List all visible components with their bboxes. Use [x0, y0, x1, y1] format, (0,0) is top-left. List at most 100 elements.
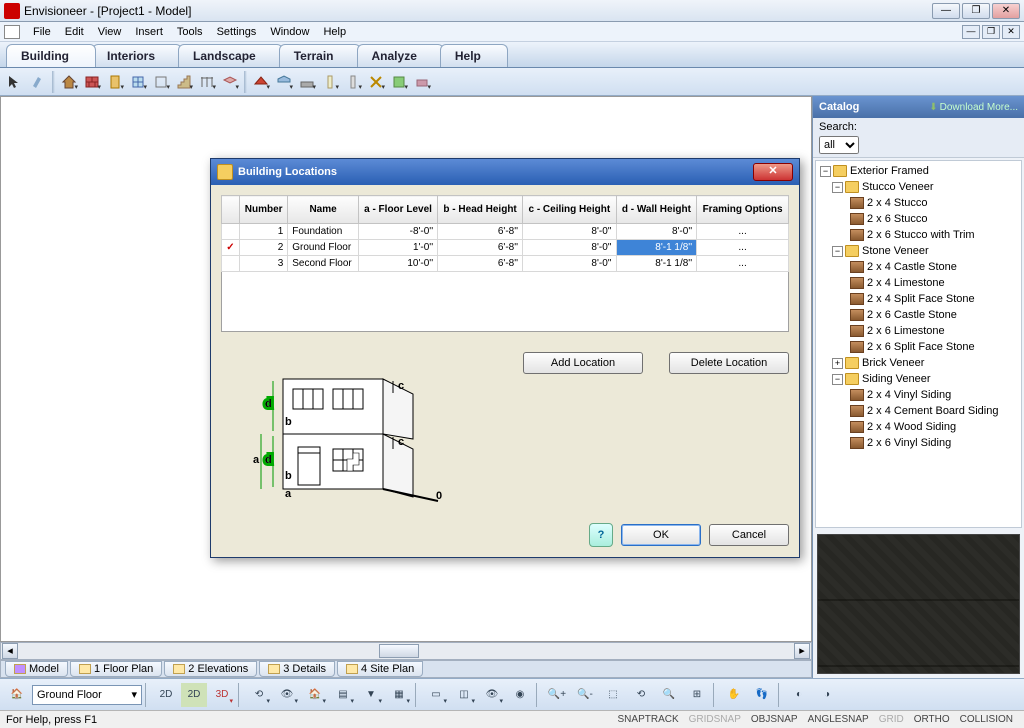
tree-item[interactable]: 2 x 6 Castle Stone — [818, 307, 1021, 323]
window-maximize-button[interactable]: ❐ — [962, 3, 990, 19]
member-tool[interactable] — [342, 71, 364, 93]
snap-grid[interactable]: GRID — [874, 714, 909, 725]
menu-window[interactable]: Window — [263, 26, 316, 38]
collapse-icon[interactable]: − — [832, 374, 843, 385]
dialog-titlebar[interactable]: Building Locations ✕ — [211, 159, 799, 185]
tree-item[interactable]: 2 x 6 Split Face Stone — [818, 339, 1021, 355]
orbit-button[interactable]: ◐ — [786, 683, 812, 707]
tree-group[interactable]: +Brick Veneer — [818, 355, 1021, 371]
snap-gridsnap[interactable]: GRIDSNAP — [684, 714, 746, 725]
tree-group[interactable]: −Siding Veneer — [818, 371, 1021, 387]
cell-c[interactable]: 8'-0'' — [523, 256, 617, 272]
row-check[interactable]: ✓ — [222, 240, 240, 256]
window-tool[interactable] — [127, 71, 149, 93]
tree-item[interactable]: 2 x 6 Limestone — [818, 323, 1021, 339]
railing-tool[interactable] — [196, 71, 218, 93]
tree-group[interactable]: −Stone Veneer — [818, 243, 1021, 259]
zoom-window-button[interactable]: ⬚ — [600, 683, 626, 707]
viewtab-model[interactable]: Model — [5, 661, 68, 677]
tree-group[interactable]: −Stucco Veneer — [818, 179, 1021, 195]
wall-tool[interactable] — [81, 71, 103, 93]
col-number[interactable]: Number — [240, 196, 288, 224]
cell-number[interactable]: 2 — [240, 240, 288, 256]
pan-button[interactable]: ✋ — [721, 683, 747, 707]
cell-b[interactable]: 6'-8'' — [438, 240, 523, 256]
snap-snaptrack[interactable]: SNAPTRACK — [613, 714, 684, 725]
tree-item[interactable]: 2 x 6 Vinyl Siding — [818, 435, 1021, 451]
menu-view[interactable]: View — [91, 26, 129, 38]
nav-tool-1[interactable]: ⟲ — [246, 683, 272, 707]
tree-item[interactable]: 2 x 6 Stucco with Trim — [818, 227, 1021, 243]
view-3d-button[interactable]: 3D — [209, 683, 235, 707]
dialog-help-button[interactable]: ? — [589, 523, 613, 547]
tab-building[interactable]: Building — [6, 44, 96, 67]
tree-root[interactable]: −Exterior Framed — [818, 163, 1021, 179]
horizontal-scrollbar[interactable]: ◂ ▸ — [0, 642, 812, 660]
row-check[interactable] — [222, 224, 240, 240]
col-framing-options[interactable]: Framing Options — [697, 196, 789, 224]
viewtab-floorplan[interactable]: 1 Floor Plan — [70, 661, 162, 677]
tree-item[interactable]: 2 x 4 Wood Siding — [818, 419, 1021, 435]
cancel-button[interactable]: Cancel — [709, 524, 789, 546]
expand-icon[interactable]: + — [832, 358, 843, 369]
nav-tool-2[interactable]: 👁 — [274, 683, 300, 707]
col-wall-height[interactable]: d - Wall Height — [616, 196, 697, 224]
cell-d[interactable]: 8'-1 1/8'' — [616, 256, 697, 272]
tree-item[interactable]: 2 x 4 Vinyl Siding — [818, 387, 1021, 403]
cell-name[interactable]: Foundation — [288, 224, 359, 240]
window-minimize-button[interactable]: — — [932, 3, 960, 19]
scroll-right-button[interactable]: ▸ — [794, 643, 810, 659]
tab-terrain[interactable]: Terrain — [279, 44, 361, 67]
dialog-close-button[interactable]: ✕ — [753, 163, 793, 181]
locations-button[interactable]: 🏠 — [4, 683, 30, 707]
mdi-restore-button[interactable]: ❐ — [982, 25, 1000, 39]
zoom-in-button[interactable]: 🔍+ — [544, 683, 570, 707]
tree-item[interactable]: 2 x 4 Limestone — [818, 275, 1021, 291]
select-tool[interactable] — [4, 71, 26, 93]
cell-a[interactable]: 1'-0'' — [358, 240, 437, 256]
scroll-left-button[interactable]: ◂ — [2, 643, 18, 659]
delete-location-button[interactable]: Delete Location — [669, 352, 789, 374]
tree-item[interactable]: 2 x 4 Stucco — [818, 195, 1021, 211]
framing-tool[interactable] — [365, 71, 387, 93]
box-tool-1[interactable]: ▭ — [423, 683, 449, 707]
scroll-thumb[interactable] — [379, 644, 419, 658]
column-tool[interactable] — [319, 71, 341, 93]
snap-collision[interactable]: COLLISION — [955, 714, 1018, 725]
ok-button[interactable]: OK — [621, 524, 701, 546]
tab-landscape[interactable]: Landscape — [178, 44, 283, 67]
download-more-link[interactable]: Download More... — [929, 102, 1018, 113]
cell-b[interactable]: 6'-8'' — [438, 256, 523, 272]
cell-framing[interactable]: ... — [697, 224, 789, 240]
cell-d[interactable]: 8'-1 1/8'' — [616, 240, 697, 256]
cell-a[interactable]: 10'-0'' — [358, 256, 437, 272]
viewtab-siteplan[interactable]: 4 Site Plan — [337, 661, 423, 677]
collapse-icon[interactable]: − — [832, 182, 843, 193]
view-2d-button[interactable]: 2D — [153, 683, 179, 707]
col-ceiling-height[interactable]: c - Ceiling Height — [523, 196, 617, 224]
menu-tools[interactable]: Tools — [170, 26, 210, 38]
cell-c[interactable]: 8'-0'' — [523, 224, 617, 240]
opening-tool[interactable] — [150, 71, 172, 93]
paint-tool[interactable] — [27, 71, 49, 93]
menu-edit[interactable]: Edit — [58, 26, 91, 38]
cam-tool[interactable]: ◉ — [507, 683, 533, 707]
tab-help[interactable]: Help — [440, 44, 508, 67]
box-tool-2[interactable]: ◫ — [451, 683, 477, 707]
filter-button[interactable]: ▼ — [358, 683, 384, 707]
layer-button[interactable]: ▦ — [386, 683, 412, 707]
house-view-button[interactable]: 🏠 — [302, 683, 328, 707]
mdi-close-button[interactable]: ✕ — [1002, 25, 1020, 39]
house-wizard-tool[interactable] — [58, 71, 80, 93]
row-check[interactable] — [222, 256, 240, 272]
zoom-out-button[interactable]: 🔍- — [572, 683, 598, 707]
cell-b[interactable]: 6'-8'' — [438, 224, 523, 240]
tree-item[interactable]: 2 x 6 Stucco — [818, 211, 1021, 227]
cell-framing[interactable]: ... — [697, 256, 789, 272]
menu-help[interactable]: Help — [316, 26, 353, 38]
catalog-filter-select[interactable]: all — [819, 136, 859, 154]
menu-settings[interactable]: Settings — [210, 26, 264, 38]
tree-item[interactable]: 2 x 4 Split Face Stone — [818, 291, 1021, 307]
cell-d[interactable]: 8'-0'' — [616, 224, 697, 240]
cell-name[interactable]: Ground Floor — [288, 240, 359, 256]
